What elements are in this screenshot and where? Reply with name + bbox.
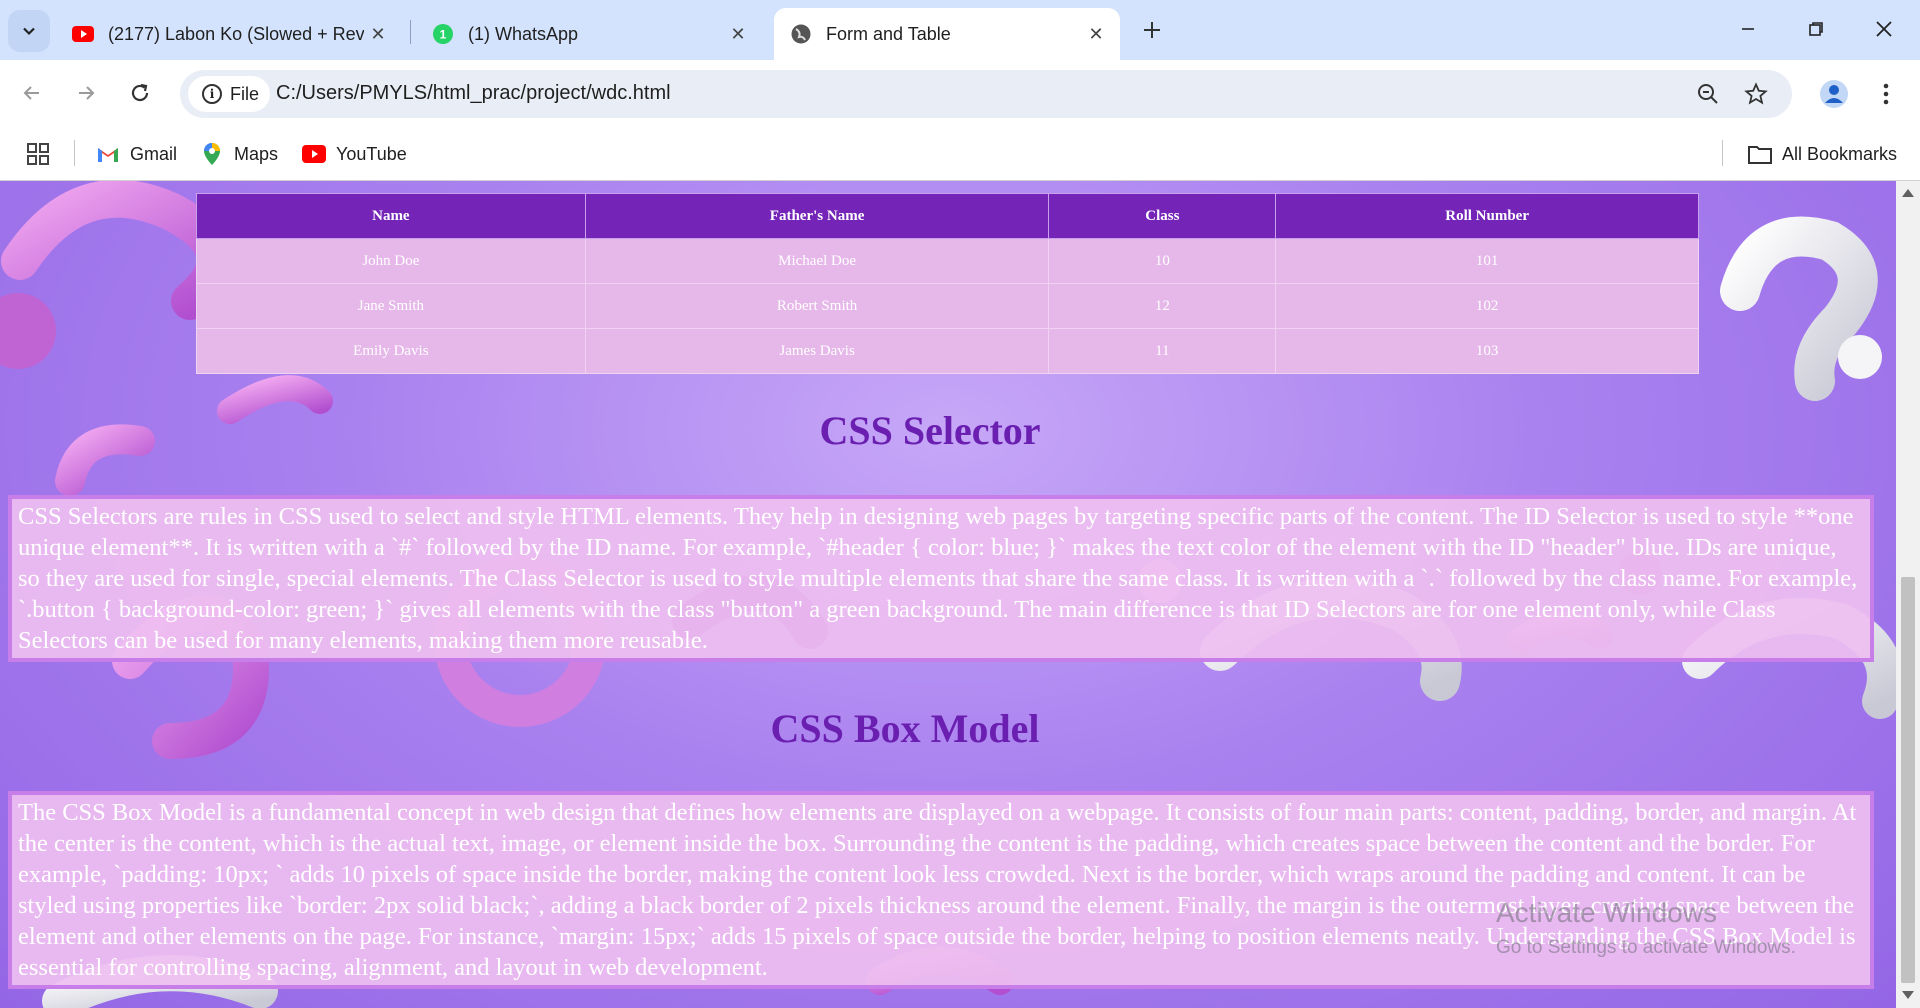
tab-whatsapp[interactable]: 1 (1) WhatsApp ✕ <box>416 8 762 60</box>
reload-icon <box>131 83 149 102</box>
table-cell: 101 <box>1275 238 1699 284</box>
folder-icon <box>1748 142 1772 166</box>
tab-title: Form and Table <box>826 23 951 44</box>
student-table: Name Father's Name Class Roll Number Joh… <box>196 193 1699 374</box>
column-header: Name <box>196 193 586 239</box>
column-header: Father's Name <box>584 193 1050 239</box>
bookmark-divider <box>1722 140 1723 166</box>
tab-search-button[interactable] <box>8 10 50 52</box>
bookmark-label: Gmail <box>130 143 178 164</box>
table-cell: Emily Davis <box>196 328 586 374</box>
bookmark-label: Maps <box>234 143 279 164</box>
table-header-row: Name Father's Name Class Roll Number <box>196 193 1699 239</box>
table-cell: James Davis <box>584 328 1050 374</box>
bookmark-youtube[interactable]: YouTube <box>302 138 407 170</box>
table-cell: Michael Doe <box>584 238 1050 284</box>
more-vert-icon <box>1883 83 1889 105</box>
scheme-label: File <box>230 83 260 104</box>
profile-button[interactable] <box>1814 74 1854 114</box>
minimize-icon <box>1742 28 1754 30</box>
forward-button[interactable] <box>66 73 106 113</box>
column-header: Roll Number <box>1275 193 1699 239</box>
new-tab-button[interactable] <box>1134 12 1170 48</box>
arrow-right-icon <box>79 86 95 100</box>
browser-toolbar: i File C:/Users/PMYLS/html_prac/project/… <box>0 60 1920 128</box>
star-icon <box>1744 82 1768 105</box>
table-cell: 12 <box>1048 283 1277 329</box>
tab-strip: (2177) Labon Ko (Slowed + Reve ✕ 1 (1) W… <box>0 0 1920 60</box>
youtube-icon <box>72 26 94 42</box>
close-icon <box>1876 21 1892 37</box>
table-row: John Doe Michael Doe 10 101 <box>196 238 1699 284</box>
plus-icon <box>1144 22 1160 38</box>
svg-text:1: 1 <box>440 28 447 42</box>
section-heading-css-selector: CSS Selector <box>819 408 1041 453</box>
apps-button[interactable] <box>26 138 50 170</box>
gmail-icon <box>96 142 120 166</box>
table-row: Emily Davis James Davis 11 103 <box>196 328 1699 374</box>
scroll-thumb[interactable] <box>1901 577 1915 983</box>
minimize-button[interactable] <box>1714 0 1782 58</box>
close-icon[interactable]: ✕ <box>364 20 392 48</box>
tab-form-and-table[interactable]: Form and Table ✕ <box>774 8 1120 60</box>
table-cell: Jane Smith <box>196 283 586 329</box>
bookmark-star-button[interactable] <box>1742 80 1770 108</box>
column-header: Class <box>1048 193 1277 239</box>
youtube-icon <box>302 142 326 166</box>
section-text-css-selector: CSS Selectors are rules in CSS used to s… <box>8 495 1874 662</box>
table-cell: John Doe <box>196 238 586 284</box>
url-text[interactable]: C:/Users/PMYLS/html_prac/project/wdc.htm… <box>276 82 671 105</box>
info-icon: i <box>202 84 222 104</box>
bookmark-divider <box>74 140 75 166</box>
scroll-up-arrow-icon[interactable] <box>1902 189 1914 197</box>
scroll-down-arrow-icon[interactable] <box>1902 991 1914 999</box>
back-button[interactable] <box>12 73 52 113</box>
address-bar[interactable]: i File C:/Users/PMYLS/html_prac/project/… <box>180 70 1792 118</box>
table-cell: 10 <box>1048 238 1277 284</box>
section-heading-css-box-model: CSS Box Model <box>770 706 1040 751</box>
site-info-chip[interactable]: i File <box>188 76 270 112</box>
table-cell: 102 <box>1275 283 1699 329</box>
menu-button[interactable] <box>1866 74 1906 114</box>
whatsapp-icon: 1 <box>433 24 453 44</box>
restore-icon <box>1809 22 1823 36</box>
globe-icon <box>791 24 811 44</box>
close-window-button[interactable] <box>1850 0 1918 58</box>
zoom-button[interactable] <box>1694 80 1722 108</box>
bookmark-maps[interactable]: Maps <box>200 138 278 170</box>
tab-youtube[interactable]: (2177) Labon Ko (Slowed + Reve ✕ <box>56 8 402 60</box>
arrow-left-icon <box>23 86 39 100</box>
table-cell: Robert Smith <box>584 283 1050 329</box>
reload-button[interactable] <box>120 73 160 113</box>
maps-icon <box>200 142 224 166</box>
bookmark-label: YouTube <box>336 143 407 164</box>
zoom-icon <box>1698 84 1718 104</box>
activate-windows-title: Activate Windows <box>1496 897 1717 928</box>
table-cell: 11 <box>1048 328 1277 374</box>
avatar-icon <box>1820 80 1848 108</box>
page-viewport: Name Father's Name Class Roll Number Joh… <box>0 181 1896 1008</box>
bookmark-gmail[interactable]: Gmail <box>96 138 177 170</box>
page-scrollbar[interactable] <box>1896 181 1920 1008</box>
apps-grid-icon <box>27 143 49 165</box>
activate-windows-subtitle: Go to Settings to activate Windows. <box>1496 937 1796 958</box>
tab-title: (2177) Labon Ko (Slowed + Reve <box>108 23 364 44</box>
close-icon[interactable]: ✕ <box>724 20 752 48</box>
tab-title: (1) WhatsApp <box>468 23 579 44</box>
all-bookmarks-button[interactable]: All Bookmarks <box>1748 138 1897 170</box>
all-bookmarks-label: All Bookmarks <box>1782 143 1898 164</box>
restore-button[interactable] <box>1782 0 1850 58</box>
section-text-css-box-model: The CSS Box Model is a fundamental conce… <box>8 791 1874 989</box>
table-row: Jane Smith Robert Smith 12 102 <box>196 283 1699 329</box>
table-cell: 103 <box>1275 328 1699 374</box>
chevron-down-icon <box>23 27 35 36</box>
tab-divider <box>410 20 411 44</box>
bookmarks-bar: Gmail Maps YouTube All Bookmarks <box>0 128 1920 181</box>
close-icon[interactable]: ✕ <box>1082 20 1110 48</box>
